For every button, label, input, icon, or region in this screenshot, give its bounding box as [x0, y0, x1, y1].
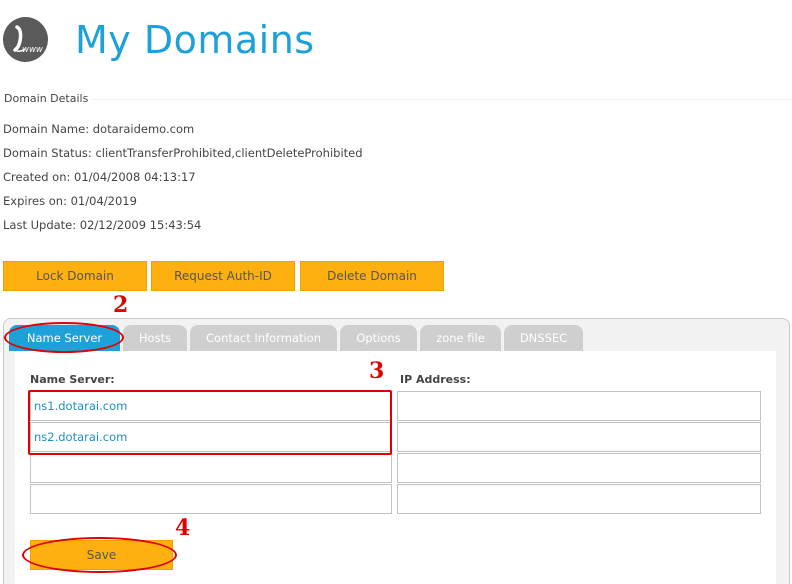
annotation-number-4: 4 — [175, 515, 191, 541]
ip-address-label: IP Address: — [400, 373, 471, 386]
pen-icon: www — [13, 25, 43, 55]
annotation-number-3: 3 — [369, 358, 385, 384]
ip-address-input-3[interactable] — [397, 453, 761, 483]
save-button[interactable]: Save — [30, 540, 173, 570]
annotation-number-2: 2 — [113, 292, 129, 318]
section-divider — [92, 99, 792, 100]
lock-domain-button[interactable]: Lock Domain — [3, 261, 147, 291]
tab-dnssec[interactable]: DNSSEC — [504, 325, 583, 351]
name-server-input-2[interactable] — [30, 422, 392, 452]
name-server-input-3[interactable] — [30, 453, 392, 483]
name-server-input-4[interactable] — [30, 484, 392, 514]
domain-name-text: Domain Name: dotaraidemo.com — [3, 122, 195, 136]
tab-zone-file[interactable]: zone file — [420, 325, 501, 351]
expires-on-text: Expires on: 01/04/2019 — [3, 194, 137, 208]
domain-details-heading: Domain Details — [4, 92, 89, 105]
domain-status-text: Domain Status: clientTransferProhibited,… — [3, 146, 363, 160]
tab-hosts[interactable]: Hosts — [123, 325, 187, 351]
tab-options[interactable]: Options — [340, 325, 417, 351]
name-server-input-1[interactable] — [30, 391, 392, 421]
www-pen-logo-icon: www — [3, 17, 48, 62]
ip-address-input-4[interactable] — [397, 484, 761, 514]
request-auth-id-button[interactable]: Request Auth-ID — [151, 261, 295, 291]
last-update-text: Last Update: 02/12/2009 15:43:54 — [3, 218, 202, 232]
tab-contact-information[interactable]: Contact Information — [190, 325, 337, 351]
ip-address-input-1[interactable] — [397, 391, 761, 421]
created-on-text: Created on: 01/04/2008 04:13:17 — [3, 170, 196, 184]
page-title: My Domains — [75, 18, 315, 62]
tab-name-server[interactable]: Name Server — [9, 325, 120, 351]
delete-domain-button[interactable]: Delete Domain — [300, 261, 444, 291]
name-server-label: Name Server: — [30, 373, 115, 386]
svg-text:www: www — [22, 45, 43, 55]
ip-address-input-2[interactable] — [397, 422, 761, 452]
